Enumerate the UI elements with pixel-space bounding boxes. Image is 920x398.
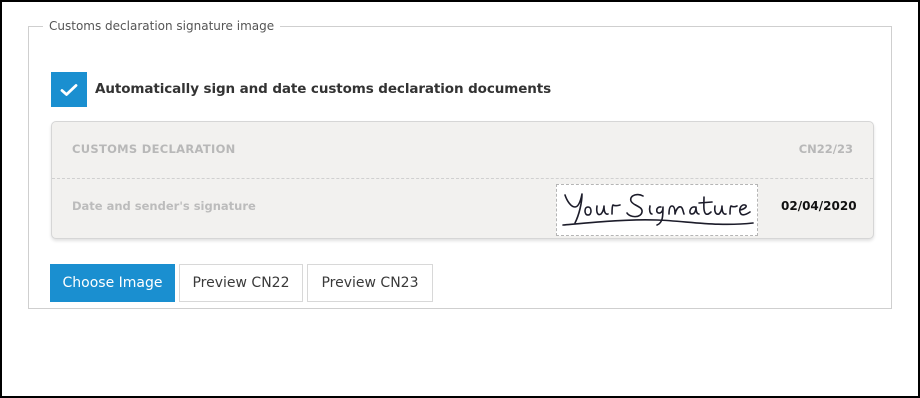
auto-sign-checkbox[interactable] [51, 72, 87, 107]
preview-title: CUSTOMS DECLARATION [72, 142, 236, 156]
signature-date: 02/04/2020 [781, 199, 857, 213]
handwritten-signature [562, 193, 754, 226]
checkmark-icon [60, 83, 78, 96]
preview-cn23-button[interactable]: Preview CN23 [307, 264, 433, 302]
signature-image [556, 184, 758, 236]
preview-header-row: CUSTOMS DECLARATION CN22/23 [52, 122, 873, 179]
preview-cn22-button[interactable]: Preview CN22 [179, 264, 303, 302]
signature-row-label: Date and sender's signature [72, 199, 256, 213]
customs-declaration-preview: CUSTOMS DECLARATION CN22/23 Date and sen… [51, 121, 874, 239]
section-legend: Customs declaration signature image [49, 19, 275, 33]
choose-image-button[interactable]: Choose Image [50, 264, 175, 302]
app-frame: Customs declaration signature image Auto… [0, 0, 920, 398]
auto-sign-label[interactable]: Automatically sign and date customs decl… [95, 81, 551, 97]
preview-form-code: CN22/23 [798, 142, 853, 156]
signature-settings-group: Customs declaration signature image Auto… [28, 19, 892, 309]
